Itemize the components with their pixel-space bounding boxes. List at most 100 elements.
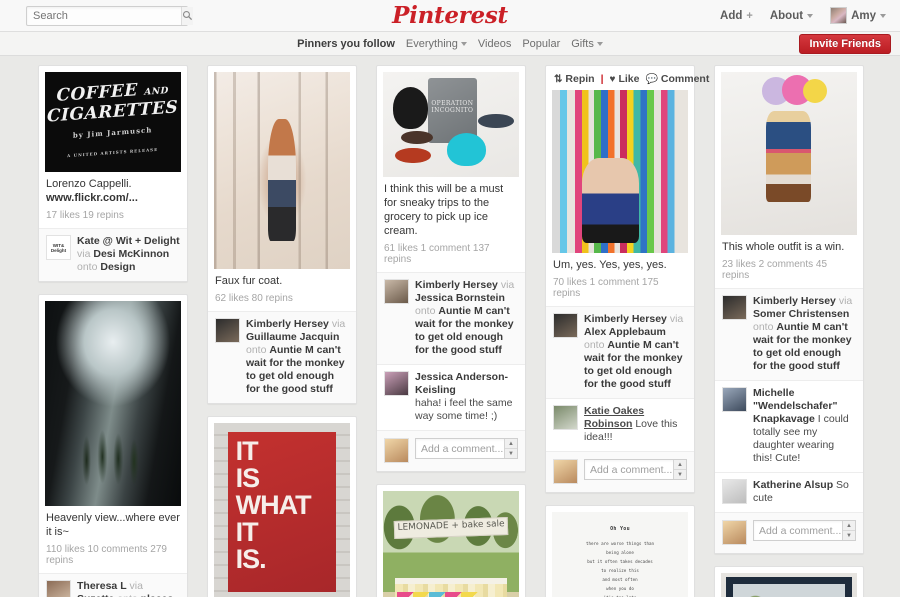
comment-text: Jessica Anderson-Keisling haha! i feel t… [415, 371, 518, 423]
avatar[interactable] [553, 313, 578, 338]
pin-water-splash[interactable]: ⇅ Repin | ♥ Like 💬 Comment Um, yes. Yes,… [545, 65, 709, 493]
tab-videos[interactable]: Videos [478, 38, 511, 50]
comment-placeholder: Add a comment... [590, 463, 673, 476]
attribution-text: Theresa L via Suzette onto places to go [77, 580, 180, 597]
pin-body: Faux fur coat. 62 likes 80 repins [214, 269, 350, 311]
black-beard-art [392, 86, 428, 129]
via-pinner-name[interactable]: Jessica Bornstein [415, 292, 505, 304]
add-comment-input[interactable]: Add a comment... ▲ ▼ [584, 459, 687, 480]
tab-label: Everything [405, 37, 458, 50]
pin-column-2: Faux fur coat. 62 likes 80 repins Kimber… [207, 65, 357, 597]
resize-handle[interactable]: ▲ ▼ [842, 521, 855, 540]
pin-body: Um, yes. Yes, yes, yes. 70 likes 1 comme… [552, 253, 688, 306]
avatar[interactable] [215, 318, 240, 343]
pin-image[interactable]: IT IS WHAT IT IS. [214, 423, 350, 597]
onto-word: onto [584, 339, 605, 351]
comment-button[interactable]: 💬 Comment [645, 73, 709, 85]
tab-pinners-you-follow[interactable]: Pinners you follow [297, 38, 395, 50]
pin-attribution: WIT& Delight Kate @ Wit + Delight via Des… [39, 228, 187, 281]
pin-stats: 110 likes 10 comments 279 repins [46, 544, 167, 566]
pin-heavenly-view[interactable]: Heavenly view...where ever it is~ 110 li… [38, 294, 188, 597]
avatar[interactable] [722, 295, 747, 320]
board-name[interactable]: Design [100, 261, 135, 273]
bunting-art [396, 591, 506, 597]
pin-shopfront[interactable] [714, 566, 864, 597]
pin-image[interactable] [721, 573, 857, 597]
pinner-name[interactable]: Kimberly Hersey [753, 295, 836, 307]
pin-image[interactable] [721, 72, 857, 235]
plus-icon: + [746, 9, 753, 22]
pin-comment: Katie Oakes Robinson Love this idea!!! [546, 398, 694, 451]
pin-description: Um, yes. Yes, yes, yes. [553, 259, 667, 271]
comment-label: Comment [660, 73, 710, 85]
add-menu[interactable]: Add + [720, 10, 753, 22]
pin-image[interactable]: Oh You there are worse things than being… [552, 512, 688, 597]
about-menu[interactable]: About [770, 10, 814, 22]
tab-everything[interactable]: Everything [406, 38, 467, 50]
pin-image[interactable]: OPERATION INCOGNITO [383, 72, 519, 177]
pin-faux-fur-coat[interactable]: Faux fur coat. 62 likes 80 repins Kimber… [207, 65, 357, 404]
user-menu[interactable]: Amy [830, 7, 886, 24]
avatar[interactable]: WIT& Delight [46, 235, 71, 260]
pin-image[interactable] [45, 301, 181, 506]
comment-placeholder: Add a comment... [759, 524, 842, 537]
chevron-down-icon [460, 41, 467, 46]
pin-stats: 70 likes 1 comment 175 repins [553, 277, 659, 299]
via-pinner-name[interactable]: Somer Christensen [753, 308, 849, 320]
avatar[interactable] [384, 371, 409, 396]
add-comment-input[interactable]: Add a comment... ▲ ▼ [753, 520, 856, 541]
via-pinner-name[interactable]: Alex Applebaum [584, 326, 666, 338]
add-label: Add [720, 9, 743, 22]
pin-oh-you-poem[interactable]: Oh You there are worse things than being… [545, 505, 695, 597]
pin-attribution: Kimberly Hersey via Somer Christensen on… [715, 288, 863, 380]
comment-icon: 💬 [645, 73, 658, 85]
pin-image[interactable]: LEMONADE + bake sale [383, 491, 519, 597]
tab-gifts[interactable]: Gifts [571, 38, 603, 50]
pin-coffee-cigarettes[interactable]: COFFEE AND CIGARETTES by Jim Jarmusch A … [38, 65, 188, 282]
via-pinner-name[interactable]: Desi McKinnon [93, 248, 169, 260]
pin-lemonade-stand[interactable]: LEMONADE + bake sale [376, 484, 526, 597]
pinner-name[interactable]: Kate @ Wit + Delight [77, 235, 180, 247]
search-icon[interactable] [181, 6, 193, 25]
via-pinner-name[interactable]: Suzette [77, 593, 114, 597]
invite-friends-button[interactable]: Invite Friends [799, 34, 891, 54]
pin-it-is-what-it-is[interactable]: IT IS WHAT IT IS. [207, 416, 357, 597]
pin-source-link[interactable]: www.flickr.com/... [46, 192, 138, 204]
tab-popular[interactable]: Popular [522, 38, 560, 50]
repin-icon: ⇅ [554, 73, 563, 85]
avatar[interactable] [722, 479, 747, 504]
add-comment-input[interactable]: Add a comment... ▲ ▼ [415, 438, 518, 459]
via-pinner-name[interactable]: Guillaume Jacquin [246, 331, 339, 343]
pin-comment: Jessica Anderson-Keisling haha! i feel t… [377, 364, 525, 430]
avatar[interactable] [46, 580, 71, 597]
pin-description: Heavenly view...where ever it is~ [46, 512, 180, 538]
tab-label: Popular [522, 37, 561, 50]
resize-handle[interactable]: ▲ ▼ [673, 460, 686, 479]
commenter-name[interactable]: Jessica Anderson-Keisling [415, 371, 508, 396]
pin-image[interactable]: COFFEE AND CIGARETTES by Jim Jarmusch A … [45, 72, 181, 172]
pinner-name[interactable]: Kimberly Hersey [584, 313, 667, 325]
via-word: via [331, 318, 346, 330]
red-mustache-art [395, 147, 431, 164]
poem-line: there are worse things than [585, 541, 655, 546]
avatar[interactable] [722, 387, 747, 412]
pinner-name[interactable]: Kimberly Hersey [246, 318, 329, 330]
like-button[interactable]: ♥ Like [610, 73, 640, 85]
pin-image[interactable] [552, 90, 688, 253]
search-input[interactable] [27, 6, 181, 25]
avatar[interactable] [384, 279, 409, 304]
resize-handle[interactable]: ▲ ▼ [504, 439, 517, 458]
avatar[interactable] [553, 405, 578, 430]
poem-title: Oh You [610, 526, 630, 532]
pin-whole-outfit[interactable]: This whole outfit is a win. 23 likes 2 c… [714, 65, 864, 554]
poem-line: to realize this [601, 568, 639, 573]
repin-button[interactable]: ⇅ Repin [554, 73, 595, 85]
commenter-name[interactable]: Katherine Alsup [753, 479, 833, 491]
pinner-name[interactable]: Theresa L [77, 580, 127, 592]
pin-operation-incognito[interactable]: OPERATION INCOGNITO I think this will be… [376, 65, 526, 472]
comment-body: haha! i feel the same way some time! ;) [415, 397, 513, 422]
search-box[interactable] [26, 5, 193, 26]
pinner-name[interactable]: Kimberly Hersey [415, 279, 498, 291]
pin-stats: 62 likes 80 repins [215, 293, 293, 304]
pin-image[interactable] [214, 72, 350, 269]
